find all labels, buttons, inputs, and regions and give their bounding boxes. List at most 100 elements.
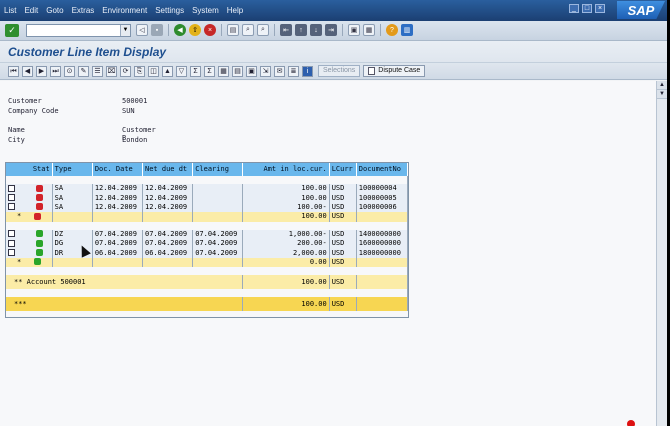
help-icon[interactable]: ?: [386, 24, 398, 36]
menu-list[interactable]: List: [4, 6, 16, 15]
save-icon[interactable]: ▪: [151, 24, 163, 36]
filter-icon[interactable]: ▽: [176, 65, 187, 77]
row-checkbox[interactable]: [8, 194, 15, 202]
chevron-down-icon[interactable]: ▼: [120, 25, 130, 36]
display-icon[interactable]: ⊙: [64, 65, 75, 77]
clearing-date: 07.04.2009: [192, 238, 244, 249]
scroll-down-icon[interactable]: ▼: [657, 90, 667, 99]
clearing-date: 07.04.2009: [192, 248, 244, 258]
close-icon[interactable]: ×: [595, 4, 605, 13]
refresh-icon[interactable]: ⟳: [120, 65, 131, 77]
selections-button[interactable]: Selections: [318, 65, 361, 77]
col-header-net-due[interactable]: Net due dt: [142, 163, 194, 176]
subtotal-currency: USD: [329, 212, 357, 222]
previous-page-icon[interactable]: ↑: [295, 24, 307, 36]
info-icon[interactable]: i: [302, 65, 313, 77]
row-checkbox[interactable]: [8, 184, 15, 192]
document-number[interactable]: 100000006: [356, 202, 409, 213]
back-arrow-icon[interactable]: ◁: [136, 24, 148, 36]
details-icon[interactable]: ◫: [148, 65, 159, 77]
first-item-icon[interactable]: ⏮: [8, 65, 19, 77]
net-due-date: 12.04.2009: [142, 202, 194, 213]
table-row[interactable]: SA 12.04.2009 12.04.2009 100.00- USD 100…: [6, 202, 409, 213]
menu-environment[interactable]: Environment: [102, 6, 147, 15]
document-number[interactable]: 1800000000: [356, 248, 409, 258]
previous-item-icon[interactable]: ◀: [22, 65, 33, 77]
subtotal-row[interactable]: * 100.00 USD: [6, 212, 409, 222]
deselect-icon[interactable]: ⌧: [106, 65, 117, 77]
new-session-icon[interactable]: ▣: [348, 24, 360, 36]
cancel-icon[interactable]: ×: [204, 24, 216, 36]
row-checkbox[interactable]: [8, 239, 15, 247]
mail-icon[interactable]: ✉: [274, 65, 285, 77]
next-item-icon[interactable]: ▶: [36, 65, 47, 77]
layout-icon[interactable]: ▦: [218, 65, 229, 77]
table-row[interactable]: SA 12.04.2009 12.04.2009 100.00 USD 1000…: [6, 193, 409, 203]
doc-type: DZ: [52, 229, 93, 239]
document-number[interactable]: 1400000000: [356, 229, 409, 239]
change-icon[interactable]: ✎: [78, 65, 89, 77]
next-page-icon[interactable]: ↓: [310, 24, 322, 36]
row-checkbox[interactable]: [8, 230, 15, 238]
document-number[interactable]: 100000004: [356, 184, 409, 194]
exit-icon[interactable]: ⇧: [189, 24, 201, 36]
table-row[interactable]: DR 06.04.2009 06.04.2009 07.04.2009 2,00…: [6, 248, 409, 258]
col-header-type[interactable]: Type: [52, 163, 93, 176]
doc-date: 07.04.2009: [92, 238, 144, 249]
doc-date: 12.04.2009: [92, 202, 144, 213]
grand-total-row[interactable]: *** 100.00 USD: [6, 297, 409, 312]
change-layout-icon[interactable]: ▤: [232, 65, 243, 77]
menu-settings[interactable]: Settings: [155, 6, 184, 15]
export-icon[interactable]: ⇲: [260, 65, 271, 77]
city-label: City: [8, 136, 25, 144]
dispute-case-button[interactable]: Dispute Case: [363, 65, 426, 77]
document-number[interactable]: 1600000000: [356, 238, 409, 249]
select-all-icon[interactable]: ☰: [92, 65, 103, 77]
col-header-document-no[interactable]: DocumentNo: [356, 163, 409, 176]
table-row[interactable]: DZ 07.04.2009 07.04.2009 07.04.2009 1,00…: [6, 229, 409, 239]
row-checkbox[interactable]: [8, 249, 15, 257]
subtotal-row[interactable]: * 0.00 USD: [6, 257, 409, 268]
enter-icon[interactable]: ✓: [5, 24, 19, 37]
col-header-clearing[interactable]: Clearing: [192, 163, 244, 176]
table-row[interactable]: SA 12.04.2009 12.04.2009 100.00 USD 1000…: [6, 184, 409, 194]
scroll-up-icon[interactable]: ▲: [657, 81, 667, 90]
minimize-icon[interactable]: _: [569, 4, 579, 13]
doc-type: SA: [52, 184, 93, 194]
table-row[interactable]: DG 07.04.2009 07.04.2009 07.04.2009 200.…: [6, 238, 409, 249]
maximize-icon[interactable]: □: [582, 4, 592, 13]
shortcut-icon[interactable]: ▦: [363, 24, 375, 36]
last-item-icon[interactable]: ⏭: [50, 65, 61, 77]
find-next-icon[interactable]: ⌕: [257, 24, 269, 36]
abc-analysis-icon[interactable]: ≣: [288, 65, 299, 77]
first-page-icon[interactable]: ⇤: [280, 24, 292, 36]
command-field[interactable]: ▼: [26, 24, 131, 37]
back-icon[interactable]: ◀: [174, 24, 186, 36]
copy-icon[interactable]: ⎘: [134, 65, 145, 77]
menu-goto[interactable]: Goto: [46, 6, 63, 15]
save-layout-icon[interactable]: ▣: [246, 65, 257, 77]
clearing-date: [192, 202, 244, 213]
document-number[interactable]: 100000005: [356, 193, 409, 203]
col-header-amount[interactable]: Amt in loc.cur.: [242, 163, 330, 176]
menu-extras[interactable]: Extras: [72, 6, 95, 15]
find-icon[interactable]: ⌕: [242, 24, 254, 36]
doc-date: 07.04.2009: [92, 229, 144, 239]
vertical-scrollbar[interactable]: ▲ ▼: [656, 81, 667, 426]
account-total-row[interactable]: ** Account 500001 100.00 USD: [6, 275, 409, 290]
menu-help[interactable]: Help: [227, 6, 243, 15]
subtotal-icon[interactable]: Σ: [204, 65, 215, 77]
row-checkbox[interactable]: [8, 203, 15, 211]
layout-menu-icon[interactable]: ▥: [401, 24, 413, 36]
col-header-doc-date[interactable]: Doc. Date: [92, 163, 144, 176]
sort-ascending-icon[interactable]: ▲: [162, 65, 173, 77]
print-icon[interactable]: ▤: [227, 24, 239, 36]
customer-value: 500001: [122, 97, 148, 105]
total-icon[interactable]: Σ: [190, 65, 201, 77]
dispute-case-label: Dispute Case: [378, 67, 421, 74]
col-header-stat[interactable]: Stat: [6, 163, 53, 176]
menu-system[interactable]: System: [192, 6, 219, 15]
menu-edit[interactable]: Edit: [24, 6, 38, 15]
col-header-lcurr[interactable]: LCurr: [329, 163, 357, 176]
last-page-icon[interactable]: ⇥: [325, 24, 337, 36]
